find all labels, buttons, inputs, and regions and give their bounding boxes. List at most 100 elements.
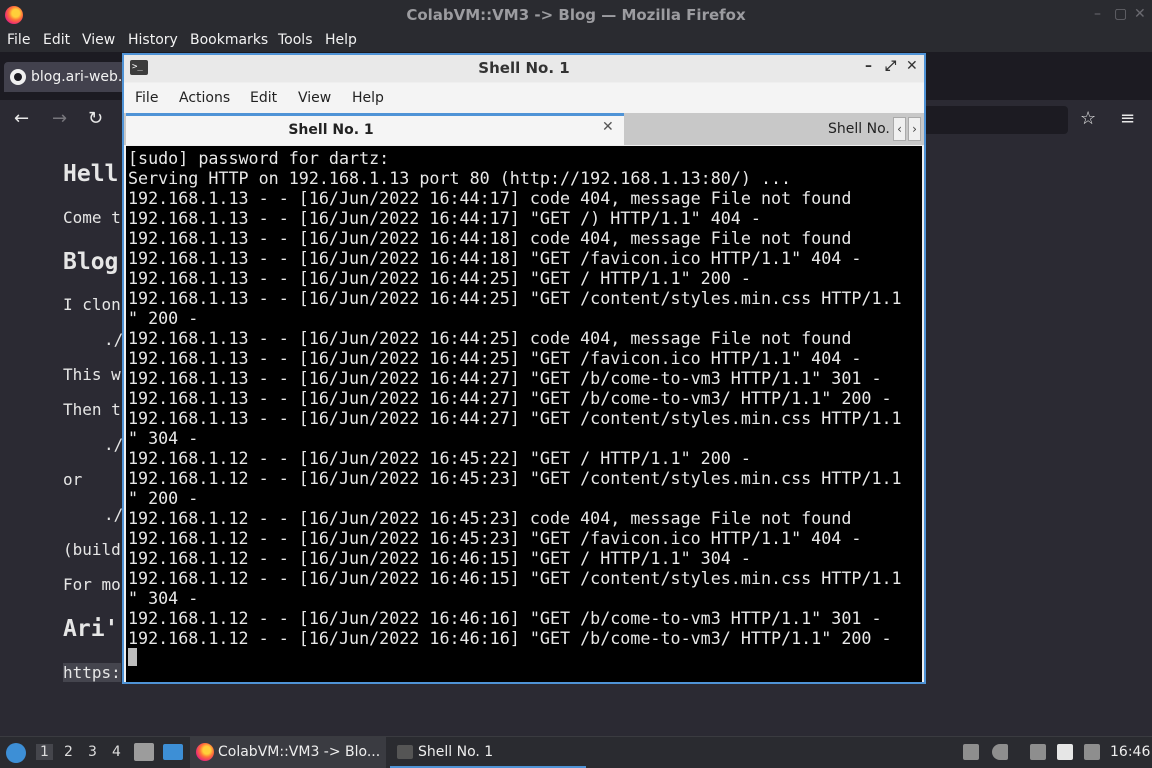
terminal-menu-actions[interactable]: Actions [179,90,230,106]
browser-tab-title: blog.ari-web.x [31,69,131,85]
terminal-menu-view[interactable]: View [298,90,331,106]
tab-scroll-right-icon[interactable]: › [908,117,921,141]
browser-tab[interactable]: blog.ari-web.x [4,62,131,92]
terminal-line: 192.168.1.12 - - [16/Jun/2022 16:45:23] … [128,468,902,488]
volume-icon[interactable] [992,744,1008,760]
paragraph-then: Then t [63,400,121,419]
task-label: Shell No. 1 [418,744,494,760]
terminal-line: 192.168.1.13 - - [16/Jun/2022 16:44:27] … [128,388,892,408]
terminal-line: 192.168.1.13 - - [16/Jun/2022 16:44:18] … [128,228,852,248]
workspace-2[interactable]: 2 [64,744,73,760]
menu-tools[interactable]: Tools [278,32,313,48]
menu-history[interactable]: History [128,32,178,48]
heading-ari: Ari' [63,616,119,642]
terminal-maximize-button[interactable]: ⤢ [885,58,896,74]
paragraph-this: This w [63,365,121,384]
bookmark-star-icon[interactable]: ☆ [1080,108,1096,129]
terminal-line: 192.168.1.13 - - [16/Jun/2022 16:44:25] … [128,288,902,308]
menu-edit[interactable]: Edit [43,32,70,48]
url-bar[interactable] [920,106,1068,134]
code-line: ./ [104,435,124,454]
terminal-line: 192.168.1.13 - - [16/Jun/2022 16:44:27] … [128,368,882,388]
show-desktop-icon[interactable] [163,744,183,760]
paragraph-clone: I clon [63,295,121,314]
terminal-line: Serving HTTP on 192.168.1.13 port 80 (ht… [128,168,792,188]
network-icon[interactable] [1030,744,1046,760]
terminal-line: 192.168.1.12 - - [16/Jun/2022 16:46:15] … [128,548,751,568]
terminal-line: 192.168.1.13 - - [16/Jun/2022 16:44:25] … [128,348,862,368]
paragraph-for: For mo [63,575,121,594]
terminal-line: " 304 - [128,428,199,448]
firefox-window-title: ColabVM::VM3 -> Blog — Mozilla Firefox [406,6,746,24]
terminal-line: " 304 - [128,588,199,608]
workspace-3[interactable]: 3 [88,744,97,760]
menu-file[interactable]: File [7,32,30,48]
terminal-titlebar: >_ Shell No. 1 – ⤢ ✕ [124,55,924,82]
terminal-line: 192.168.1.12 - - [16/Jun/2022 16:46:15] … [128,568,902,588]
tab-close-icon[interactable]: ✕ [602,119,614,135]
terminal-line: 192.168.1.13 - - [16/Jun/2022 16:44:17] … [128,188,852,208]
paragraph-build: (build [63,540,121,559]
back-icon[interactable]: ← [14,108,29,129]
paragraph-come: Come t [63,208,121,227]
terminal-tabbar: Shell No. 1 ✕ Shell No. ‹ › [124,113,924,145]
terminal-line: [sudo] password for dartz: [128,148,390,168]
file-manager-icon[interactable] [134,743,154,761]
forward-icon[interactable]: → [52,108,67,129]
maximize-button[interactable]: ▢ [1114,6,1127,22]
terminal-tab-other[interactable]: Shell No. [828,121,890,137]
terminal-line: 192.168.1.13 - - [16/Jun/2022 16:44:18] … [128,248,862,268]
task-terminal[interactable]: Shell No. 1 [390,737,586,768]
clock: 16:46 [1110,744,1151,760]
terminal-line: 192.168.1.12 - - [16/Jun/2022 16:46:16] … [128,628,892,648]
start-menu-icon[interactable] [6,743,26,763]
terminal-line: 192.168.1.13 - - [16/Jun/2022 16:44:25] … [128,268,751,288]
terminal-tab-active[interactable]: Shell No. 1 ✕ [126,113,624,145]
terminal-close-button[interactable]: ✕ [906,58,918,74]
task-firefox[interactable]: ColabVM::VM3 -> Blo... [190,737,386,768]
firefox-menubar: File Edit View History Bookmarks Tools H… [0,30,1152,52]
github-icon [10,69,26,85]
terminal-line: 192.168.1.12 - - [16/Jun/2022 16:45:23] … [128,508,852,528]
paragraph-or: or [63,470,83,489]
firefox-titlebar: ColabVM::VM3 -> Blog — Mozilla Firefox –… [0,0,1152,30]
tab-scroll-left-icon[interactable]: ‹ [893,117,906,141]
task-label: ColabVM::VM3 -> Blo... [218,744,381,760]
eject-icon[interactable] [963,744,979,760]
terminal-menu-help[interactable]: Help [352,90,384,106]
screen-icon[interactable] [1084,744,1100,760]
menu-view[interactable]: View [82,32,115,48]
terminal-cursor [128,648,137,666]
heading-blog: Blog [63,249,119,275]
terminal-line: 192.168.1.13 - - [16/Jun/2022 16:44:27] … [128,408,902,428]
terminal-window-title: Shell No. 1 [478,59,570,77]
workspace-1[interactable]: 1 [36,744,53,760]
terminal-menu-edit[interactable]: Edit [250,90,277,106]
terminal-line: 192.168.1.13 - - [16/Jun/2022 16:44:17] … [128,208,761,228]
hamburger-menu-icon[interactable]: ≡ [1120,108,1135,129]
close-button[interactable]: ✕ [1134,6,1146,22]
terminal-minimize-button[interactable]: – [865,58,872,74]
terminal-line: 192.168.1.12 - - [16/Jun/2022 16:46:16] … [128,608,882,628]
reload-icon[interactable]: ↻ [88,108,103,129]
terminal-line: 192.168.1.12 - - [16/Jun/2022 16:45:23] … [128,528,862,548]
terminal-line: 192.168.1.13 - - [16/Jun/2022 16:44:25] … [128,328,852,348]
taskbar: 1 2 3 4 ColabVM::VM3 -> Blo... Shell No.… [0,736,1152,768]
terminal-tab-label: Shell No. 1 [288,122,374,138]
code-line: ./ [104,330,124,349]
page-link[interactable]: https: [63,663,121,682]
firefox-icon [196,743,214,761]
terminal-line: " 200 - [128,308,199,328]
terminal-icon [397,745,413,759]
terminal-menubar: File Actions Edit View Help [124,83,924,113]
code-line: ./ [104,505,124,524]
workspace-4[interactable]: 4 [112,744,121,760]
menu-help[interactable]: Help [325,32,357,48]
minimize-button[interactable]: – [1094,6,1101,22]
menu-bookmarks[interactable]: Bookmarks [190,32,268,48]
clipboard-icon[interactable] [1057,744,1073,760]
terminal-output[interactable]: [sudo] password for dartz: Serving HTTP … [126,146,922,682]
terminal-menu-file[interactable]: File [135,90,158,106]
terminal-window: >_ Shell No. 1 – ⤢ ✕ File Actions Edit V… [122,53,926,684]
terminal-line: 192.168.1.12 - - [16/Jun/2022 16:45:22] … [128,448,751,468]
